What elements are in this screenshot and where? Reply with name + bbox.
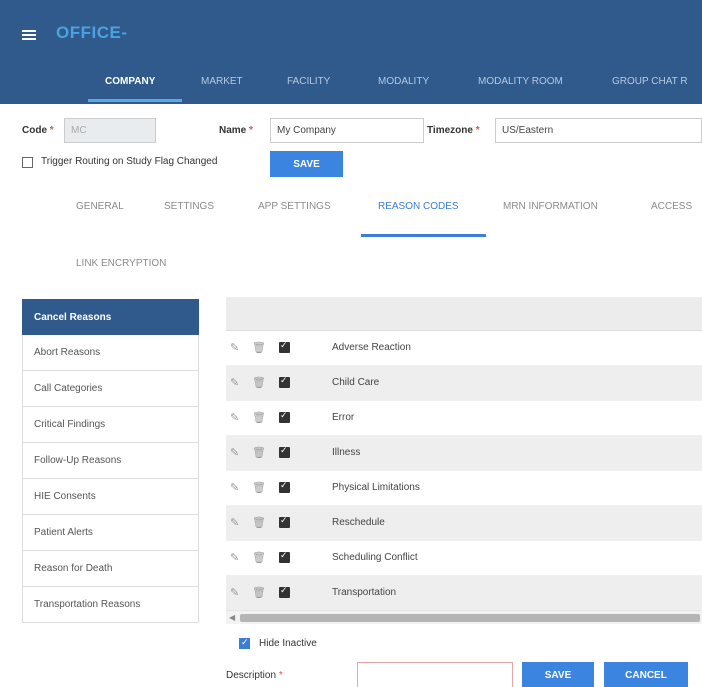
trash-icon[interactable]: 🗑 — [252, 516, 266, 529]
description-input[interactable] — [357, 662, 513, 687]
subtab-reason-codes[interactable]: REASON CODES — [378, 201, 459, 212]
active-checkbox[interactable] — [279, 410, 290, 423]
trigger-routing-checkbox[interactable] — [22, 157, 33, 168]
trash-icon[interactable]: 🗑 — [252, 376, 266, 389]
timezone-label: Timezone * — [427, 125, 480, 136]
reason-text: Transportation — [332, 587, 397, 598]
category-transportation-reasons[interactable]: Transportation Reasons — [22, 587, 199, 623]
top-header: OFFICE- COMPANY MARKET FACILITY MODALITY… — [0, 0, 702, 104]
active-subtab-indicator — [361, 234, 486, 237]
hamburger-icon[interactable] — [22, 30, 36, 40]
pencil-icon[interactable]: ✎ — [230, 516, 239, 529]
main-nav: COMPANY MARKET FACILITY MODALITY MODALIT… — [0, 64, 702, 104]
code-field[interactable] — [64, 118, 156, 143]
pencil-icon[interactable]: ✎ — [230, 586, 239, 599]
save-reason-button[interactable]: SAVE — [522, 662, 594, 687]
name-field[interactable] — [270, 118, 424, 143]
tab-market[interactable]: MARKET — [201, 76, 243, 87]
active-checkbox[interactable] — [279, 515, 290, 528]
reason-table-header — [226, 297, 702, 331]
trash-icon[interactable]: 🗑 — [252, 481, 266, 494]
trash-icon[interactable]: 🗑 — [252, 446, 266, 459]
pencil-icon[interactable]: ✎ — [230, 411, 239, 424]
reason-category-list: Cancel Reasons Abort Reasons Call Catego… — [22, 299, 199, 623]
horizontal-scrollbar[interactable]: ◀ — [226, 610, 702, 624]
timezone-select[interactable] — [495, 118, 702, 143]
scrollbar-thumb[interactable] — [240, 614, 700, 622]
pencil-icon[interactable]: ✎ — [230, 376, 239, 389]
tab-facility[interactable]: FACILITY — [287, 76, 330, 87]
table-row: ✎ 🗑 Illness — [226, 436, 702, 471]
save-company-button[interactable]: SAVE — [270, 151, 343, 177]
reason-text: Reschedule — [332, 517, 385, 528]
category-cancel-reasons[interactable]: Cancel Reasons — [22, 299, 199, 335]
reason-text: Adverse Reaction — [332, 342, 411, 353]
table-row: ✎ 🗑 Transportation — [226, 576, 702, 611]
active-checkbox[interactable] — [279, 375, 290, 388]
category-follow-up-reasons[interactable]: Follow-Up Reasons — [22, 443, 199, 479]
subtab-general[interactable]: GENERAL — [76, 201, 124, 212]
reason-text: Illness — [332, 447, 361, 458]
table-row: ✎ 🗑 Physical Limitations — [226, 471, 702, 506]
tab-modality[interactable]: MODALITY — [378, 76, 429, 87]
table-row: ✎ 🗑 Error — [226, 401, 702, 436]
trash-icon[interactable]: 🗑 — [252, 551, 266, 564]
trash-icon[interactable]: 🗑 — [252, 411, 266, 424]
subtab-access[interactable]: ACCESS — [651, 201, 692, 212]
subtab-mrn-information[interactable]: MRN INFORMATION — [503, 201, 598, 212]
tab-group-chat[interactable]: GROUP CHAT R — [612, 76, 688, 87]
scroll-left-arrow-icon[interactable]: ◀ — [229, 613, 235, 622]
tab-company[interactable]: COMPANY — [105, 76, 155, 87]
reason-text: Scheduling Conflict — [332, 552, 418, 563]
app-title: OFFICE- — [56, 23, 128, 42]
pencil-icon[interactable]: ✎ — [230, 481, 239, 494]
category-call-categories[interactable]: Call Categories — [22, 371, 199, 407]
reason-text: Error — [332, 412, 355, 423]
category-patient-alerts[interactable]: Patient Alerts — [22, 515, 199, 551]
description-label: Description * — [226, 670, 283, 681]
category-hie-consents[interactable]: HIE Consents — [22, 479, 199, 515]
table-row: ✎ 🗑 Reschedule — [226, 506, 702, 541]
trash-icon[interactable]: 🗑 — [252, 586, 266, 599]
subtab-app-settings[interactable]: APP SETTINGS — [258, 201, 331, 212]
trigger-routing-label: Trigger Routing on Study Flag Changed — [41, 156, 218, 167]
reason-text: Physical Limitations — [332, 482, 420, 493]
subtab-link-encryption[interactable]: LINK ENCRYPTION — [76, 258, 166, 269]
active-checkbox[interactable] — [279, 445, 290, 458]
reason-text: Child Care — [332, 377, 380, 388]
active-checkbox[interactable] — [279, 550, 290, 563]
pencil-icon[interactable]: ✎ — [230, 446, 239, 459]
name-label: Name * — [219, 125, 253, 136]
pencil-icon[interactable]: ✎ — [230, 341, 239, 354]
hide-inactive-checkbox[interactable] — [239, 637, 250, 649]
subtab-settings[interactable]: SETTINGS — [164, 201, 214, 212]
category-reason-for-death[interactable]: Reason for Death — [22, 551, 199, 587]
code-label: Code * — [22, 125, 54, 136]
hide-inactive-label: Hide Inactive — [259, 638, 317, 649]
table-row: ✎ 🗑 Child Care — [226, 366, 702, 401]
table-row: ✎ 🗑 Adverse Reaction — [226, 331, 702, 366]
trash-icon[interactable]: 🗑 — [252, 341, 266, 354]
category-critical-findings[interactable]: Critical Findings — [22, 407, 199, 443]
cancel-button[interactable]: CANCEL — [604, 662, 688, 687]
reason-table-body: ✎ 🗑 Adverse Reaction ✎ 🗑 Child Care ✎ 🗑 … — [226, 331, 702, 611]
category-abort-reasons[interactable]: Abort Reasons — [22, 335, 199, 371]
table-row: ✎ 🗑 Scheduling Conflict — [226, 541, 702, 576]
pencil-icon[interactable]: ✎ — [230, 551, 239, 564]
active-checkbox[interactable] — [279, 480, 290, 493]
tab-modality-room[interactable]: MODALITY ROOM — [478, 76, 563, 87]
active-tab-indicator — [88, 99, 182, 102]
active-checkbox[interactable] — [279, 340, 290, 353]
active-checkbox[interactable] — [279, 585, 290, 598]
